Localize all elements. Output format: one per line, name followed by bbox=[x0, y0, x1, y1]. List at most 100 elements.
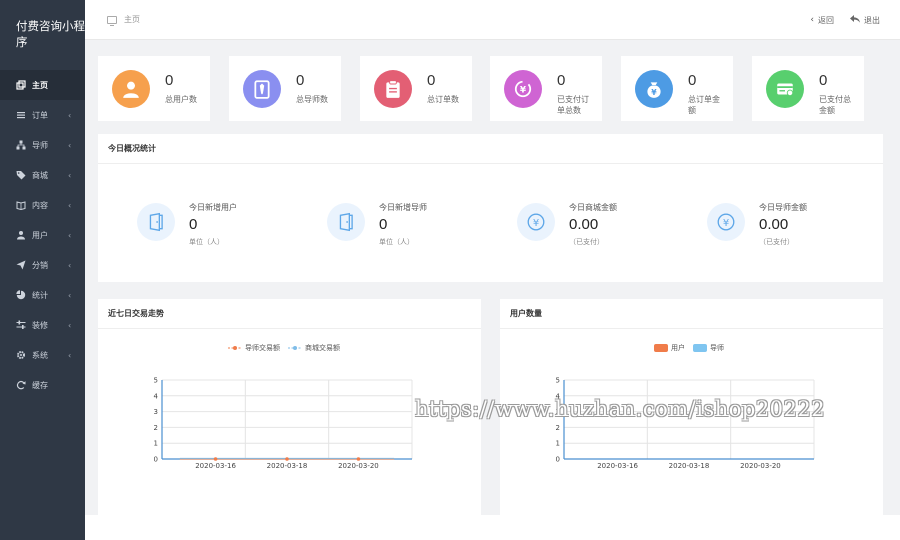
chevron-left-icon: ‹ bbox=[68, 140, 72, 150]
chevron-left-icon: ‹ bbox=[68, 320, 72, 330]
reply-icon bbox=[850, 14, 860, 26]
sidebar-item-6[interactable]: 分销 ‹ bbox=[0, 250, 85, 280]
sidebar-item-1[interactable]: 订单 ‹ bbox=[0, 100, 85, 130]
trend-panel-title: 近七日交易走势 bbox=[98, 299, 481, 329]
legend-label: 商城交易额 bbox=[305, 344, 340, 352]
sidebar-item-5[interactable]: 用户 ‹ bbox=[0, 220, 85, 250]
users-legend: 用户 导师 bbox=[654, 343, 732, 353]
sliders-icon bbox=[16, 320, 26, 330]
stat-card-2: 0 总订单数 bbox=[360, 56, 472, 121]
legend-swatch bbox=[228, 346, 242, 350]
stat-card-0: 0 总用户数 bbox=[98, 56, 210, 121]
tag-icon bbox=[16, 170, 26, 180]
sidebar-item-label: 统计 bbox=[32, 290, 48, 300]
y-tick-label: 2 bbox=[556, 424, 560, 432]
sidebar-item-2[interactable]: 导师 ‹ bbox=[0, 130, 85, 160]
back-button[interactable]: ‹ 返回 bbox=[810, 15, 834, 26]
y-tick-label: 3 bbox=[154, 408, 158, 416]
footer bbox=[85, 515, 900, 540]
y-tick-label: 2 bbox=[154, 424, 158, 432]
today-unit: （已支付） bbox=[759, 238, 794, 246]
refresh-icon bbox=[16, 380, 26, 390]
sidebar-item-7[interactable]: 统计 ‹ bbox=[0, 280, 85, 310]
data-point[interactable] bbox=[213, 457, 218, 461]
chevron-left-icon: ‹ bbox=[68, 350, 72, 360]
chevron-left-icon: ‹ bbox=[810, 15, 814, 25]
card-icon bbox=[766, 70, 804, 108]
legend-label: 导师交易额 bbox=[245, 344, 280, 352]
data-point[interactable] bbox=[356, 457, 361, 461]
y-tick-label: 5 bbox=[154, 377, 158, 385]
today-value: 0 bbox=[379, 216, 388, 233]
brand-title: 付费咨询小程序 bbox=[16, 19, 85, 49]
stat-label: 总订单金额 bbox=[688, 95, 720, 115]
stat-value: 0 bbox=[819, 72, 828, 89]
trend-legend: 导师交易额 商城交易额 bbox=[228, 343, 348, 353]
today-label: 今日新增用户 bbox=[189, 203, 237, 212]
logout-button[interactable]: 退出 bbox=[850, 14, 880, 26]
yen-icon: ¥ bbox=[707, 203, 745, 241]
book-icon bbox=[16, 200, 26, 210]
y-tick-label: 1 bbox=[154, 440, 158, 448]
stat-label: 已支付总金额 bbox=[819, 95, 851, 115]
today-value: 0 bbox=[189, 216, 198, 233]
today-value: 0.00 bbox=[569, 216, 599, 233]
y-tick-label: 0 bbox=[556, 456, 560, 464]
chevron-left-icon: ‹ bbox=[68, 290, 72, 300]
sidebar-item-label: 导师 bbox=[32, 140, 48, 150]
today-unit: 单位（人） bbox=[379, 238, 414, 246]
y-tick-label: 0 bbox=[154, 456, 158, 464]
sidebar-item-8[interactable]: 装修 ‹ bbox=[0, 310, 85, 340]
chevron-left-icon: ‹ bbox=[68, 170, 72, 180]
stat-label: 总用户数 bbox=[165, 95, 197, 104]
legend-item-0[interactable]: 用户 bbox=[654, 343, 685, 353]
pie-chart-icon bbox=[16, 290, 26, 300]
legend-item-1[interactable]: 导师 bbox=[693, 343, 724, 353]
today-value: 0.00 bbox=[759, 216, 789, 233]
sidebar-item-label: 主页 bbox=[32, 80, 48, 90]
sidebar-item-label: 分销 bbox=[32, 260, 48, 270]
stat-card-5: 0 已支付总金额 bbox=[752, 56, 864, 121]
yen-icon: ¥ bbox=[517, 203, 555, 241]
user-icon bbox=[16, 230, 26, 240]
sidebar-item-10[interactable]: 缓存 bbox=[0, 370, 85, 400]
sidebar-item-0[interactable]: 主页 bbox=[0, 70, 85, 100]
stat-value: 0 bbox=[427, 72, 436, 89]
stat-card-3: ¥ 0 已支付订单总数 bbox=[490, 56, 602, 121]
y-tick-label: 1 bbox=[556, 440, 560, 448]
stat-card-1: 0 总导师数 bbox=[229, 56, 341, 121]
refresh-yen-icon: ¥ bbox=[504, 70, 542, 108]
chevron-left-icon: ‹ bbox=[68, 230, 72, 240]
sidebar-item-4[interactable]: 内容 ‹ bbox=[0, 190, 85, 220]
chevron-left-icon: ‹ bbox=[68, 110, 72, 120]
sidebar-item-label: 装修 bbox=[32, 320, 48, 330]
today-overview-title: 今日概况统计 bbox=[98, 134, 883, 164]
door-icon bbox=[137, 203, 175, 241]
users-bar-chart: 0123452020-03-16 2020-03-18 2020-03-20 bbox=[556, 377, 815, 470]
legend-item-0[interactable]: 导师交易额 bbox=[228, 343, 280, 353]
stat-label: 总导师数 bbox=[296, 95, 328, 104]
y-tick-label: 4 bbox=[154, 392, 159, 400]
data-point[interactable] bbox=[285, 457, 289, 461]
back-label: 返回 bbox=[818, 15, 834, 25]
today-label: 今日商城金额 bbox=[569, 203, 617, 212]
monitor-icon bbox=[107, 15, 117, 26]
today-unit: （已支付） bbox=[569, 238, 604, 246]
breadcrumb[interactable]: 主页 bbox=[107, 14, 140, 26]
sidebar-item-label: 商城 bbox=[32, 170, 48, 180]
chevron-left-icon: ‹ bbox=[68, 260, 72, 270]
y-tick-label: 5 bbox=[556, 377, 560, 385]
today-label: 今日新增导师 bbox=[379, 203, 427, 212]
stat-value: 0 bbox=[296, 72, 305, 89]
stat-label: 总订单数 bbox=[427, 95, 459, 104]
door-icon bbox=[327, 203, 365, 241]
stat-label: 已支付订单总数 bbox=[557, 95, 589, 115]
legend-item-1[interactable]: 商城交易额 bbox=[288, 343, 340, 353]
users-panel-title: 用户数量 bbox=[500, 299, 883, 329]
sidebar-item-label: 订单 bbox=[32, 110, 48, 120]
sidebar-item-9[interactable]: 系统 ‹ bbox=[0, 340, 85, 370]
gear-icon bbox=[16, 350, 26, 360]
copy-icon bbox=[16, 80, 26, 90]
sidebar-item-3[interactable]: 商城 ‹ bbox=[0, 160, 85, 190]
trend-line-chart: 0 1 2 3 4 5 2020-03-16 2020-03-18 2020-03-20 bbox=[154, 377, 413, 470]
